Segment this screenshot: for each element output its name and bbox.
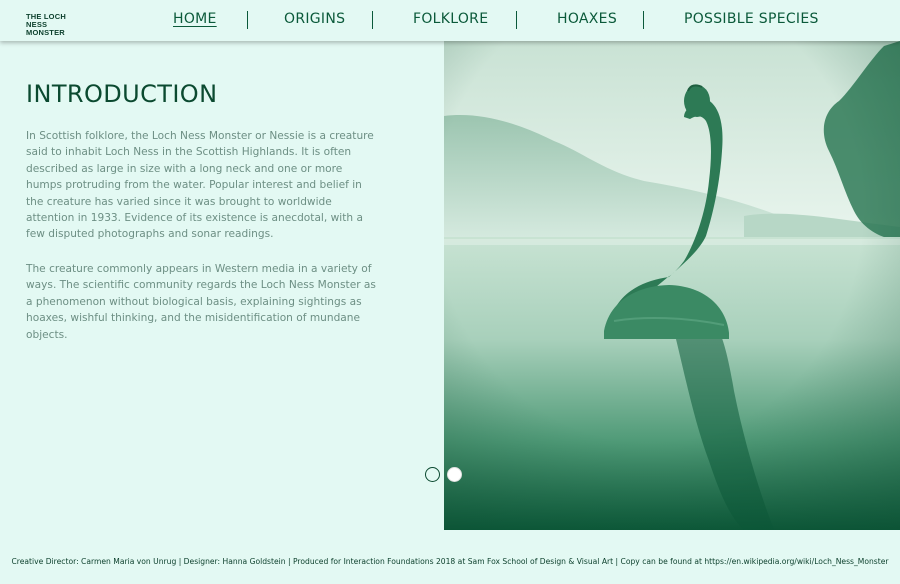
site-logo[interactable]: THE LOCH NESS MONSTER (26, 13, 86, 37)
nav-separator (643, 11, 644, 29)
intro-paragraph-2: The creature commonly appears in Western… (26, 263, 376, 341)
nav-separator (372, 11, 373, 29)
credits-footer: Creative Director: Carmen Maria von Unru… (11, 557, 889, 566)
nav-possible-species-link[interactable]: POSSIBLE SPECIES (684, 11, 819, 31)
logo-line-2: MONSTER (26, 28, 65, 37)
nav-separator (516, 11, 517, 29)
top-navigation-bar: THE LOCH NESS MONSTER HOME ORIGINS FOLKL… (0, 0, 900, 41)
nav-separator (247, 11, 248, 29)
nav-hoaxes-link[interactable]: HOAXES (557, 11, 617, 31)
intro-paragraph-1: In Scottish folklore, the Loch Ness Mons… (26, 130, 374, 241)
hero-image-loch-ness-monster (444, 41, 900, 530)
nav-origins-link[interactable]: ORIGINS (284, 11, 345, 31)
page-title: INTRODUCTION (26, 80, 218, 108)
carousel-dot-1[interactable] (425, 467, 440, 482)
nav-folklore-link[interactable]: FOLKLORE (413, 11, 488, 31)
logo-line-1: THE LOCH NESS (26, 12, 66, 29)
nav-home-link[interactable]: HOME (173, 11, 217, 31)
carousel-dot-2[interactable] (447, 467, 462, 482)
